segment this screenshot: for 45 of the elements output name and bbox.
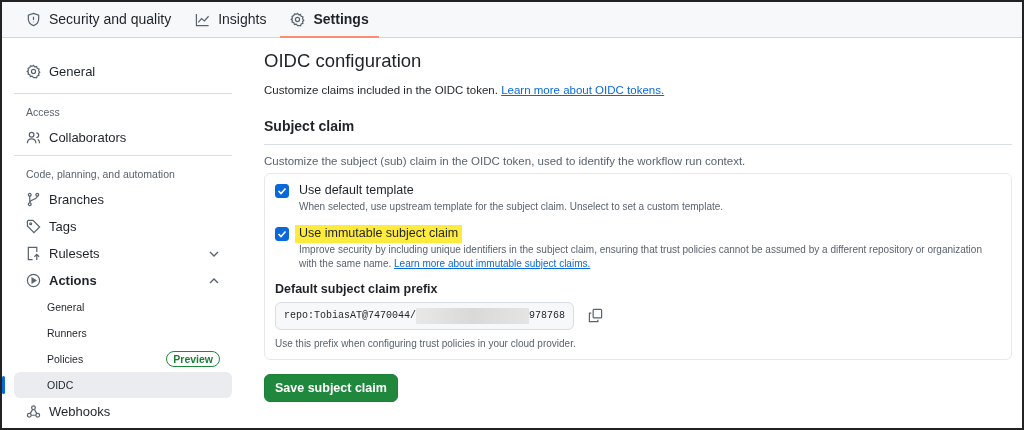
shield-icon xyxy=(26,11,41,27)
save-button[interactable]: Save subject claim xyxy=(264,373,398,402)
sidebar-item[interactable]: Branches xyxy=(14,186,232,213)
people-icon xyxy=(26,130,41,145)
copy-icon[interactable] xyxy=(588,308,604,323)
selection-bar xyxy=(2,376,5,394)
sidebar-heading: Code, planning, and automation xyxy=(25,167,176,182)
learn-more-link[interactable]: Learn more about OIDC tokens. xyxy=(501,84,665,96)
branch-icon xyxy=(26,192,41,207)
webhook-icon xyxy=(26,404,41,419)
learn-more-link[interactable]: Learn more about immutable subject claims. xyxy=(394,258,591,269)
sidebar-subitem[interactable]: Policies Preview xyxy=(14,346,232,372)
checkbox[interactable] xyxy=(275,184,289,198)
option-label: Use immutable subject claim xyxy=(295,224,463,243)
graph-icon xyxy=(195,11,211,27)
option-description: When selected, use upstream template for the subject claim. Unselect to set a custom template. xyxy=(298,200,724,214)
checkmark-icon xyxy=(277,186,287,196)
prefix-label: Default subject claim prefix xyxy=(275,281,439,296)
gear-icon xyxy=(290,11,306,27)
checkmark-icon xyxy=(277,228,287,239)
checkbox[interactable] xyxy=(275,226,289,241)
prefix-hint: Use this prefix when configuring trust policies in your cloud provider. xyxy=(275,337,577,349)
option-label: Use default template xyxy=(298,182,415,199)
repo-tab[interactable]: Security and quality xyxy=(16,2,182,38)
play-icon xyxy=(26,273,41,288)
section-title: Subject claim xyxy=(264,118,1012,145)
sidebar-item[interactable]: Collaborators xyxy=(14,124,232,151)
sidebar-item[interactable]: General xyxy=(14,58,232,85)
sidebar-item[interactable]: Rulesets xyxy=(14,240,232,267)
sidebar-subitem[interactable]: General xyxy=(14,294,232,320)
sidebar-subitem[interactable]: Runners xyxy=(14,320,232,346)
sidebar-heading: Access xyxy=(25,105,61,120)
gear-icon xyxy=(26,64,41,79)
sidebar-item[interactable]: Actions xyxy=(14,267,232,294)
intro-text: Customize claims included in the OIDC token. Learn more about OIDC tokens. xyxy=(264,84,666,96)
repo-tab[interactable]: Settings xyxy=(280,2,379,38)
sidebar-item[interactable]: Webhooks xyxy=(14,398,232,425)
repo-tab[interactable]: Insights xyxy=(185,2,277,38)
option-description: Improve security by including unique identifiers in the subject claim, ensuring that trust policies cannot be assumed by a different repository or organization with the same name. Learn more about immutable subject claims. xyxy=(298,242,983,271)
tag-icon xyxy=(26,219,41,234)
page-title: OIDC configuration xyxy=(264,50,423,72)
prefix-field[interactable]: repo:TobiasAT@7470044/ 978768 xyxy=(275,301,575,330)
sidebar-item[interactable]: Tags xyxy=(14,213,232,240)
section-description: Customize the subject (sub) claim in the OIDC token, used to identify the workflow run context. xyxy=(264,155,747,167)
ruleset-icon xyxy=(26,246,41,261)
